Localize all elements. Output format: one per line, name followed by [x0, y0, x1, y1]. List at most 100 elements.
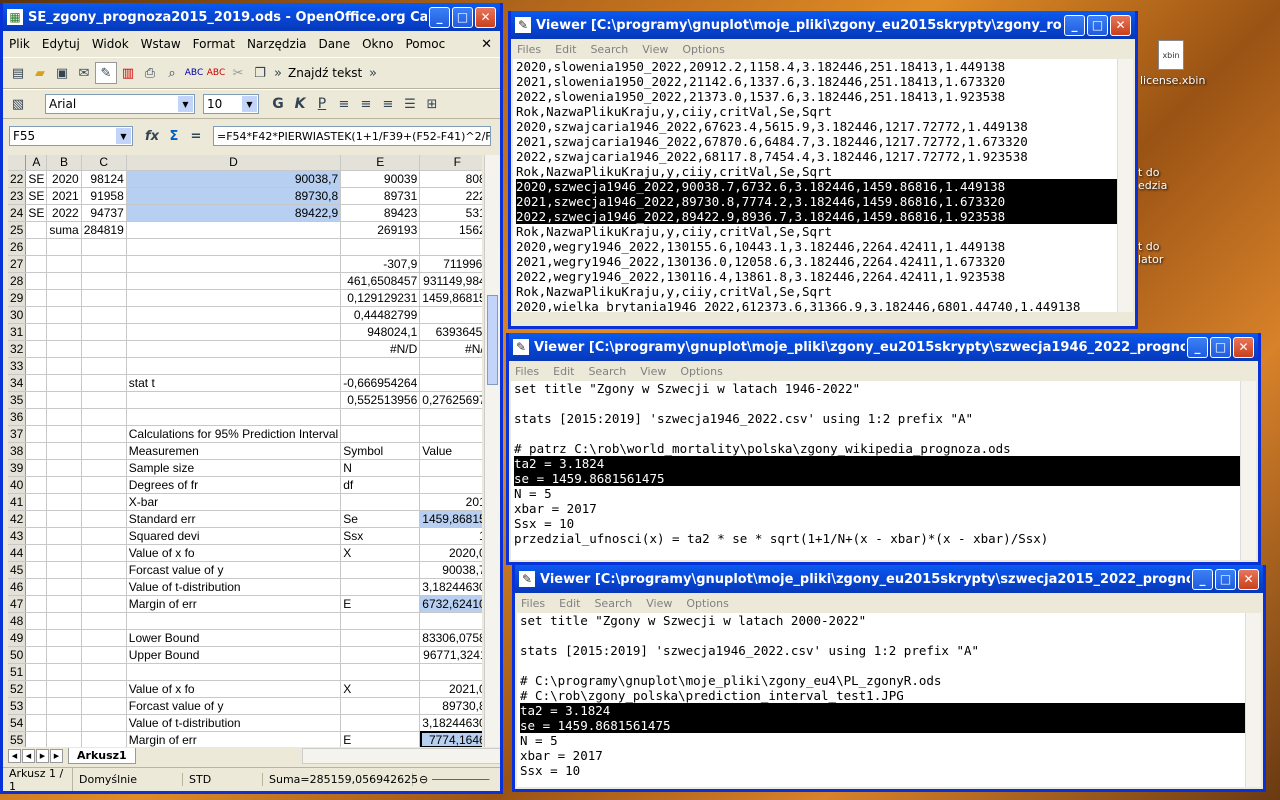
cell-a35[interactable]: [25, 391, 48, 409]
function-wizard-icon[interactable]: fx: [141, 125, 163, 147]
cell-b36[interactable]: [46, 408, 82, 426]
cell-c54[interactable]: [81, 714, 127, 732]
menu-plik[interactable]: Plik: [9, 37, 30, 51]
cell-d44[interactable]: Value of x fo: [126, 544, 342, 562]
menu-widok[interactable]: Widok: [92, 37, 129, 51]
cell-d52[interactable]: Value of x fo: [126, 680, 342, 698]
cell-e49[interactable]: [340, 629, 421, 647]
cell-e52[interactable]: X: [340, 680, 421, 698]
cell-c48[interactable]: [81, 612, 127, 630]
cell-b42[interactable]: [46, 510, 82, 528]
viewer2-title-bar[interactable]: ✎ Viewer [C:\programy\gnuplot\moje_pliki…: [509, 333, 1258, 361]
text-line[interactable]: Rok,NazwaPlikuKraju,y,ciiy,critVal,Se,Sq…: [516, 104, 1117, 119]
align-right-icon[interactable]: ≡: [377, 93, 399, 115]
scroll-thumb[interactable]: [487, 295, 498, 385]
cell-d28[interactable]: [126, 272, 342, 290]
menu-options[interactable]: Options: [682, 43, 724, 56]
cell-d40[interactable]: Degrees of fr: [126, 476, 342, 494]
cell-c25[interactable]: 284819: [81, 221, 127, 239]
cell-f43[interactable]: 10: [419, 527, 482, 545]
text-line[interactable]: 2021,slowenia1950_2022,21142.6,1337.6,3.…: [516, 74, 1117, 89]
cell-f23[interactable]: 2227: [419, 187, 482, 205]
cell-c32[interactable]: [81, 340, 127, 358]
cell-f42[interactable]: 1459,868156: [419, 510, 482, 528]
cell-d39[interactable]: Sample size: [126, 459, 342, 477]
cell-e47[interactable]: E: [340, 595, 421, 613]
cell-e48[interactable]: [340, 612, 421, 630]
menu-search[interactable]: Search: [590, 43, 628, 56]
cell-f45[interactable]: 90038,70: [419, 561, 482, 579]
next-sheet-icon[interactable]: ▶: [36, 749, 49, 763]
cell-c52[interactable]: [81, 680, 127, 698]
cell-f46[interactable]: 3,182446305: [419, 578, 482, 596]
cell-a55[interactable]: [25, 731, 48, 747]
minimize-button[interactable]: _: [1187, 336, 1208, 358]
text-line[interactable]: stats [2015:2019] 'szwecja1946_2022.csv'…: [514, 411, 1240, 426]
row-header[interactable]: 31: [8, 323, 27, 341]
cell-a34[interactable]: [25, 374, 48, 392]
cell-f38[interactable]: Value: [419, 442, 482, 460]
text-line[interactable]: Ssx = 10: [520, 763, 1245, 778]
text-line[interactable]: xbar = 2017: [520, 748, 1245, 763]
cell-f29[interactable]: 1459,868156: [419, 289, 482, 307]
cell-e46[interactable]: [340, 578, 421, 596]
row-header[interactable]: 36: [8, 408, 27, 426]
cell-c35[interactable]: [81, 391, 127, 409]
row-header[interactable]: 33: [8, 357, 27, 375]
chevron-down-icon[interactable]: ▼: [116, 128, 131, 144]
cell-c51[interactable]: [81, 663, 127, 681]
cell-f39[interactable]: 5: [419, 459, 482, 477]
cell-d46[interactable]: Value of t-distribution: [126, 578, 342, 596]
cell-c45[interactable]: [81, 561, 127, 579]
menu-view[interactable]: View: [646, 597, 672, 610]
row-header[interactable]: 45: [8, 561, 27, 579]
text-line[interactable]: Rok,NazwaPlikuKraju,y,ciiy,critVal,Se,Sq…: [516, 284, 1117, 299]
cell-a46[interactable]: [25, 578, 48, 596]
zoom-slider[interactable]: ⊖: [413, 773, 500, 786]
minimize-button[interactable]: _: [1064, 14, 1085, 36]
cell-d27[interactable]: [126, 255, 342, 273]
cell-e55[interactable]: E: [340, 731, 421, 747]
vertical-scrollbar[interactable]: [1117, 59, 1133, 312]
formula-input[interactable]: =F54*F42*PIERWIASTEK(1+1/F39+(F52-F41)^2…: [213, 126, 491, 146]
cell-b54[interactable]: [46, 714, 82, 732]
export-pdf-icon[interactable]: ▥: [117, 62, 139, 84]
cell-e44[interactable]: X: [340, 544, 421, 562]
row-header[interactable]: 41: [8, 493, 27, 511]
menu-files[interactable]: Files: [515, 365, 539, 378]
vertical-scrollbar[interactable]: [1245, 613, 1261, 787]
cell-f35[interactable]: 0,276256978: [419, 391, 482, 409]
cell-a50[interactable]: [25, 646, 48, 664]
text-line[interactable]: 2022,szwajcaria1946_2022,68117.8,7454.4,…: [516, 149, 1117, 164]
copy-icon[interactable]: ❐: [249, 62, 271, 84]
row-header[interactable]: 51: [8, 663, 27, 681]
cell-f30[interactable]: 3: [419, 306, 482, 324]
cell-e54[interactable]: [340, 714, 421, 732]
cell-e42[interactable]: Se: [340, 510, 421, 528]
column-header[interactable]: B: [46, 155, 82, 171]
cell-f24[interactable]: 5314: [419, 204, 482, 222]
text-line[interactable]: # C:\rob\zgony_polska\prediction_interva…: [520, 688, 1245, 703]
menu-edit[interactable]: Edit: [559, 597, 580, 610]
cell-f27[interactable]: 711996,7: [419, 255, 482, 273]
minimize-button[interactable]: _: [1192, 568, 1213, 590]
cell-d43[interactable]: Squared devi: [126, 527, 342, 545]
cell-a25[interactable]: [25, 221, 48, 239]
row-header[interactable]: 52: [8, 680, 27, 698]
text-line[interactable]: Rok,NazwaPlikuKraju,y,ciiy,critVal,Se,Sq…: [516, 164, 1117, 179]
cell-b48[interactable]: [46, 612, 82, 630]
last-sheet-icon[interactable]: ▶: [50, 749, 63, 763]
cell-b44[interactable]: [46, 544, 82, 562]
cell-e38[interactable]: Symbol: [340, 442, 421, 460]
column-header[interactable]: E: [340, 155, 421, 171]
cell-a53[interactable]: [25, 697, 48, 715]
email-icon[interactable]: ✉: [73, 62, 95, 84]
justify-icon[interactable]: ☰: [399, 93, 421, 115]
cell-a42[interactable]: [25, 510, 48, 528]
text-line[interactable]: N = 5: [520, 733, 1245, 748]
find-more-icon[interactable]: »: [367, 62, 379, 84]
text-line[interactable]: stats [2015:2019] 'szwecja1946_2022.csv'…: [520, 643, 1245, 658]
cell-e29[interactable]: 0,129129231: [340, 289, 421, 307]
cell-a38[interactable]: [25, 442, 48, 460]
cell-a47[interactable]: [25, 595, 48, 613]
